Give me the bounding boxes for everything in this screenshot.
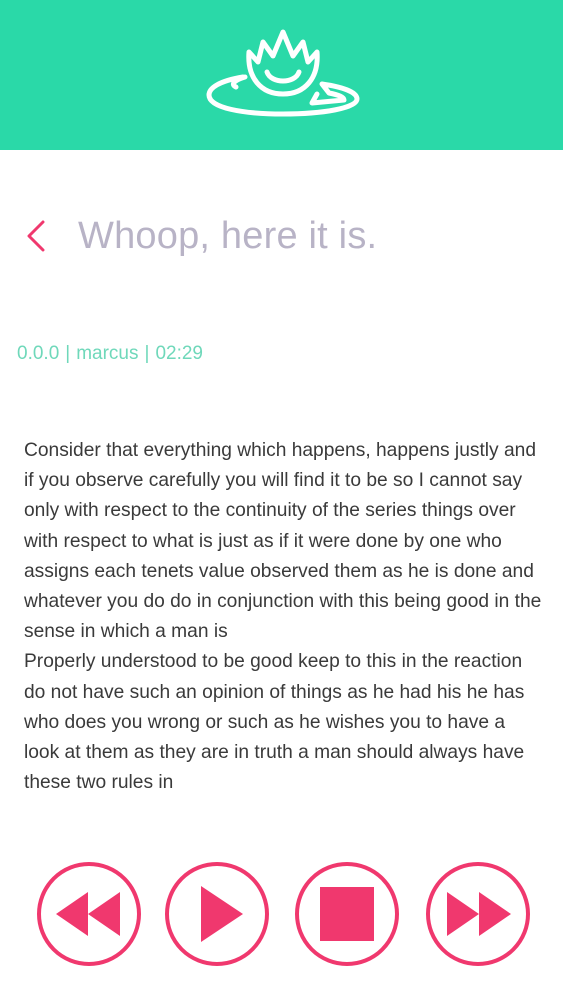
play-button[interactable] (165, 862, 269, 966)
transcript-text: Consider that everything which happens, … (24, 436, 544, 798)
chevron-left-icon (27, 220, 45, 252)
track-meta: 0.0.0 | marcus | 02:29 (17, 340, 203, 368)
meta-version: 0.0.0 (17, 343, 60, 364)
stop-icon (320, 887, 374, 941)
transcript-paragraph: Properly understood to be good keep to t… (24, 651, 525, 794)
meta-separator: | (65, 343, 71, 364)
transcript-paragraph: Consider that everything which happens, … (24, 440, 542, 643)
rewind-icon (56, 892, 120, 936)
meta-time: 02:29 (155, 343, 203, 364)
back-button[interactable] (18, 212, 54, 260)
fast-forward-icon (447, 892, 511, 936)
playback-controls (0, 862, 563, 970)
rewind-button[interactable] (37, 862, 141, 966)
page-title: Whoop, here it is. (78, 215, 378, 257)
lotus-on-lily-pad-icon (206, 29, 360, 117)
meta-author: marcus (76, 343, 139, 364)
stop-button[interactable] (295, 862, 399, 966)
app-header (0, 0, 563, 150)
play-icon (201, 886, 243, 942)
fast-forward-button[interactable] (426, 862, 530, 966)
meta-separator: | (144, 343, 150, 364)
